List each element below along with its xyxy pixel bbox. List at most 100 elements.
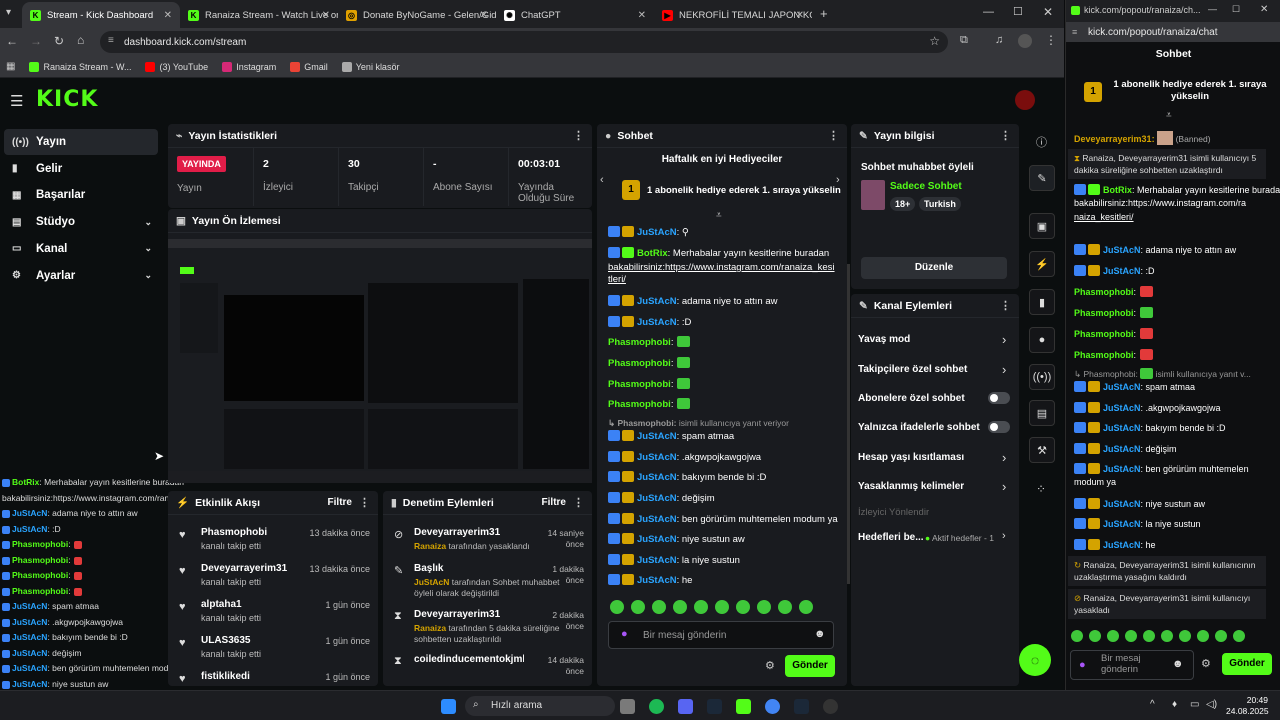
sidebar-item-ayarlar[interactable]: ⚙ Ayarlar ⌄ bbox=[4, 263, 158, 289]
username[interactable]: JuStAcN bbox=[637, 317, 677, 328]
emote-icon[interactable] bbox=[778, 600, 792, 614]
username[interactable]: BotRix bbox=[1103, 185, 1132, 195]
banned-username[interactable]: Deveyarrayerim31: bbox=[1074, 134, 1155, 144]
chevron-right-icon[interactable]: › bbox=[1002, 450, 1006, 465]
emote-icon[interactable] bbox=[673, 600, 687, 614]
username[interactable]: ↳ Phasmophobi: bbox=[608, 418, 677, 428]
network-icon[interactable]: ▭ bbox=[1190, 699, 1199, 710]
microphone-icon[interactable]: ● bbox=[621, 628, 628, 640]
send-button[interactable]: Gönder bbox=[1222, 653, 1272, 675]
spotify-icon[interactable] bbox=[649, 699, 664, 714]
start-menu-icon[interactable] bbox=[441, 699, 456, 714]
chevron-down-icon[interactable]: ⌄ bbox=[144, 217, 152, 228]
home-icon[interactable]: ⌂ bbox=[77, 33, 84, 47]
username[interactable]: JuStAcN bbox=[1103, 444, 1141, 454]
chevron-right-icon[interactable]: › bbox=[1002, 362, 1006, 377]
activity-username[interactable]: alptaha1 bbox=[201, 599, 242, 610]
url-field[interactable]: ≡ dashboard.kick.com/stream ☆ bbox=[100, 31, 948, 53]
user-avatar[interactable] bbox=[1015, 90, 1035, 110]
send-button[interactable]: Gönder bbox=[785, 655, 835, 677]
username[interactable]: Phasmophobi bbox=[608, 379, 671, 390]
sidebar-item-stüdyo[interactable]: ▤ Stüdyo ⌄ bbox=[4, 209, 158, 235]
sidebar-item-gelir[interactable]: ▮ Gelir bbox=[4, 156, 158, 182]
emote-icon[interactable] bbox=[1197, 630, 1209, 642]
reload-icon[interactable]: ↻ bbox=[54, 34, 64, 48]
sidebar-item-yayın[interactable]: ((•)) Yayın bbox=[4, 129, 158, 155]
back-icon[interactable]: ← bbox=[6, 34, 18, 48]
more-options-icon[interactable]: ⋮ bbox=[1000, 299, 1011, 312]
close-tab-icon[interactable]: ✕ bbox=[164, 10, 172, 21]
username[interactable]: Phasmophobi bbox=[608, 399, 671, 410]
info-icon[interactable]: ⓘ bbox=[1036, 134, 1047, 150]
channel-action-label[interactable]: Yavaş mod bbox=[858, 334, 1016, 345]
channel-action-label[interactable]: Takipçilere özel sohbet bbox=[858, 364, 1016, 375]
bookmark-item[interactable]: (3) YouTube bbox=[145, 61, 208, 72]
microphone-icon[interactable]: ● bbox=[1079, 659, 1086, 671]
username[interactable]: JuStAcN bbox=[637, 227, 677, 238]
document-icon[interactable]: ▮ bbox=[1029, 289, 1055, 315]
emote-icon[interactable] bbox=[1179, 630, 1191, 642]
site-info-icon[interactable]: ≡ bbox=[108, 35, 114, 46]
maximize-icon[interactable]: ☐ bbox=[1013, 5, 1023, 18]
site-info-icon[interactable]: ≡ bbox=[1072, 27, 1077, 37]
browser-menu-icon[interactable]: ⋮ bbox=[1045, 33, 1057, 47]
username[interactable]: JuStAcN bbox=[1103, 266, 1141, 276]
bookmark-item[interactable]: Instagram bbox=[222, 61, 276, 72]
maximize-icon[interactable]: ☐ bbox=[1232, 4, 1240, 15]
emoji-icon[interactable]: ☻ bbox=[814, 628, 826, 640]
help-chat-icon[interactable]: ◌ bbox=[1019, 644, 1051, 676]
edit-tool-icon[interactable]: ✎ bbox=[1029, 165, 1055, 191]
close-window-icon[interactable]: ✕ bbox=[1043, 5, 1053, 19]
apps-grid-icon[interactable]: ▦ bbox=[6, 61, 15, 72]
sidebar-item-başarılar[interactable]: ▦ Başarılar bbox=[4, 182, 158, 208]
username[interactable]: JuStAcN bbox=[1103, 499, 1141, 509]
close-tab-icon[interactable]: ✕ bbox=[796, 10, 804, 21]
chat-scrollbar[interactable] bbox=[847, 264, 850, 584]
minimize-icon[interactable]: — bbox=[1208, 4, 1217, 14]
pin-collapse-icon[interactable]: ⩡ bbox=[716, 210, 722, 221]
emote-icon[interactable] bbox=[1071, 630, 1083, 642]
hamburger-menu-icon[interactable]: ☰ bbox=[10, 92, 23, 110]
username[interactable]: JuStAcN bbox=[637, 493, 677, 504]
grid-dots-icon[interactable]: ⁘ bbox=[1036, 482, 1046, 496]
preview-video[interactable] bbox=[168, 239, 592, 483]
emote-icon[interactable] bbox=[1215, 630, 1227, 642]
emote-icon[interactable] bbox=[736, 600, 750, 614]
filter-button[interactable]: Filtre bbox=[542, 497, 566, 508]
username[interactable]: Phasmophobi bbox=[1074, 329, 1134, 339]
username[interactable]: JuStAcN bbox=[637, 555, 677, 566]
tab-search-icon[interactable]: ▾ bbox=[6, 7, 11, 18]
bolt-tool-icon[interactable]: ⚡ bbox=[1029, 251, 1055, 277]
username[interactable]: JuStAcN bbox=[1103, 403, 1141, 413]
clip-icon[interactable]: ▣ bbox=[1029, 213, 1055, 239]
emote-icon[interactable] bbox=[631, 600, 645, 614]
chat-input[interactable]: ● Bir mesaj gönderin ☻ bbox=[608, 621, 834, 649]
more-options-icon[interactable]: ⋮ bbox=[828, 129, 839, 142]
toggle-switch[interactable] bbox=[988, 421, 1010, 433]
minimize-icon[interactable]: — bbox=[983, 6, 994, 18]
activity-username[interactable]: fistiklikedi bbox=[201, 671, 250, 682]
close-tab-icon[interactable]: ✕ bbox=[480, 10, 488, 21]
bookmark-item[interactable]: Gmail bbox=[290, 61, 328, 72]
username[interactable]: Phasmophobi bbox=[608, 358, 671, 369]
category-link[interactable]: Sadece Sohbet bbox=[890, 181, 962, 192]
search-box[interactable]: ⌕ Hızlı arama bbox=[465, 696, 615, 716]
chat-settings-icon[interactable]: ⚙ bbox=[1201, 657, 1211, 670]
emote-icon[interactable] bbox=[1107, 630, 1119, 642]
username[interactable]: BotRix bbox=[637, 248, 668, 259]
steam-app-icon[interactable] bbox=[794, 699, 809, 714]
moderation-target[interactable]: Başlık bbox=[414, 563, 524, 574]
emote-icon[interactable] bbox=[1089, 630, 1101, 642]
forward-icon[interactable]: → bbox=[30, 34, 42, 48]
extensions-icon[interactable]: ⧉ bbox=[960, 34, 968, 47]
browser-tab[interactable]: K Stream - Kick Dashboard ✕ bbox=[22, 2, 180, 28]
sidebar-item-kanal[interactable]: ▭ Kanal ⌄ bbox=[4, 236, 158, 262]
browser-tab[interactable]: ✺ ChatGPT ✕ bbox=[496, 2, 654, 28]
more-options-icon[interactable]: ⋮ bbox=[573, 496, 584, 509]
username[interactable]: Phasmophobi bbox=[1074, 308, 1134, 318]
toggle-switch[interactable] bbox=[988, 392, 1010, 404]
username[interactable]: JuStAcN bbox=[1103, 519, 1141, 529]
username[interactable]: JuStAcN bbox=[637, 296, 677, 307]
clock[interactable]: 20:49 24.08.2025 bbox=[1226, 695, 1269, 717]
bookmark-star-icon[interactable]: ☆ bbox=[929, 34, 940, 48]
